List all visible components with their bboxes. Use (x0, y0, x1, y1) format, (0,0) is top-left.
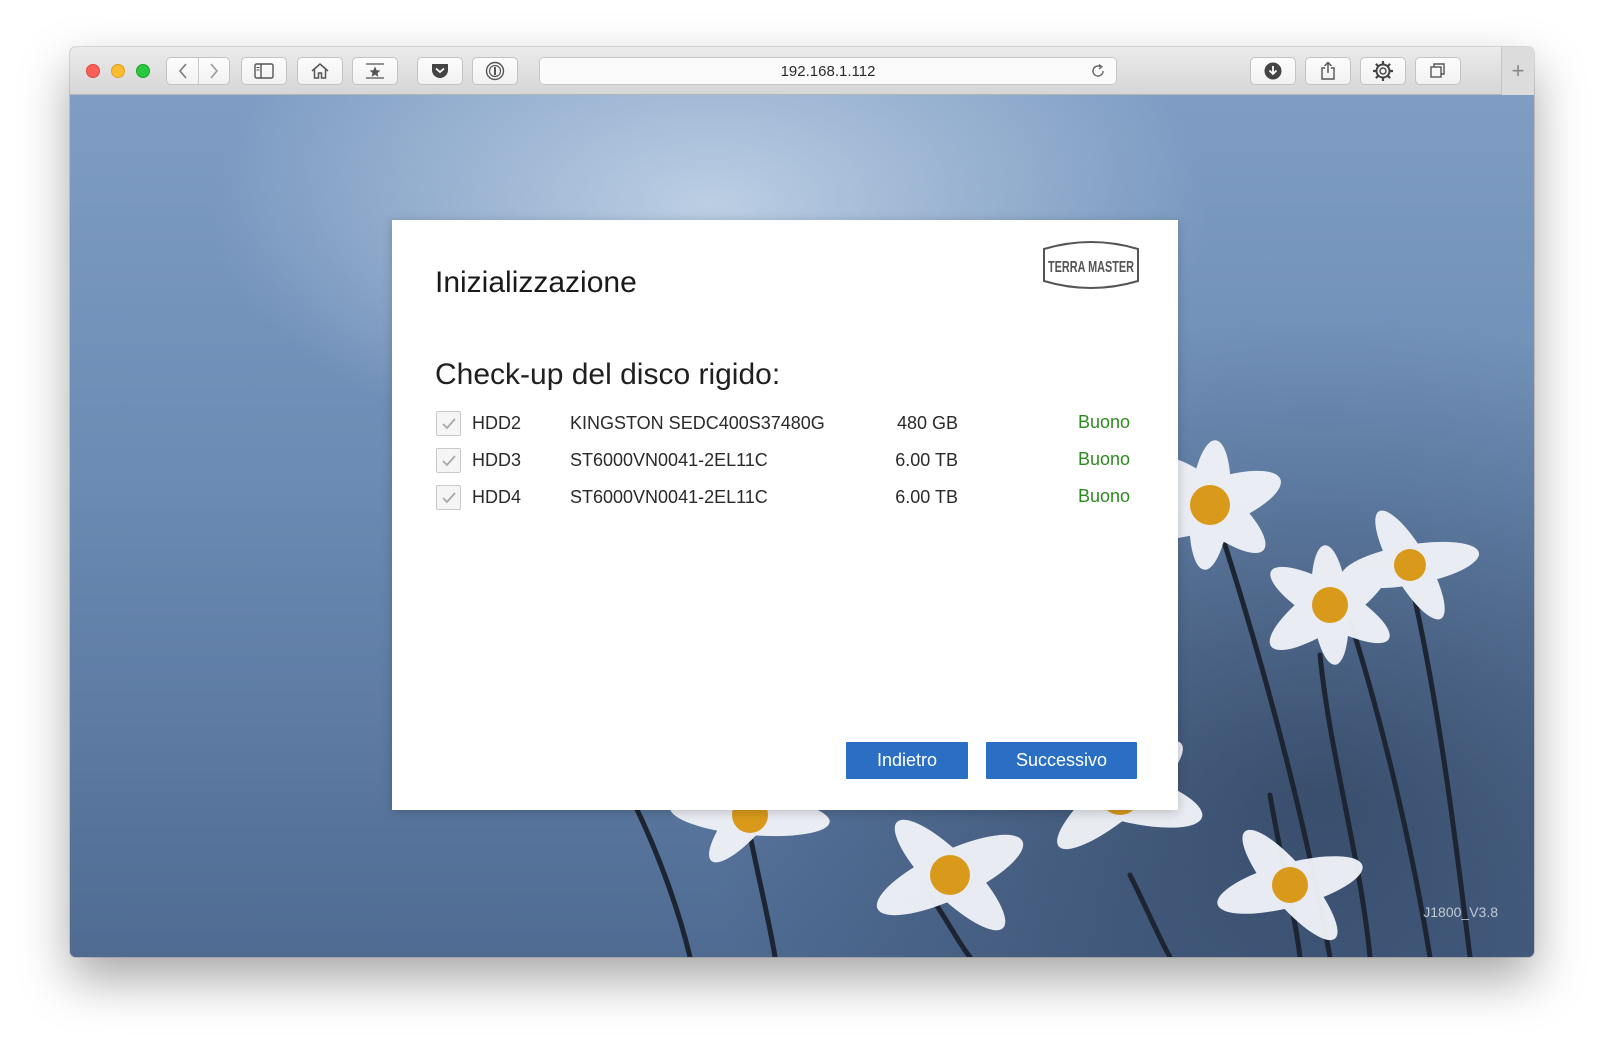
plus-icon: + (1511, 58, 1525, 83)
home-icon (311, 63, 329, 79)
gear-icon (1373, 61, 1393, 81)
disk-row: HDD4 ST6000VN0041-2EL11C 6.00 TB Buono (436, 484, 1136, 521)
svg-text:TERRA MASTER: TERRA MASTER (1048, 259, 1134, 276)
back-button[interactable]: Indietro (846, 742, 968, 779)
browser-toolbar: 192.168.1.112 + (70, 47, 1534, 95)
disk-size: 480 GB (896, 413, 958, 433)
checkmark-icon (441, 454, 456, 466)
sidebar-button[interactable] (241, 57, 287, 85)
next-button[interactable]: Successivo (986, 742, 1137, 779)
minimize-window-icon[interactable] (111, 64, 125, 78)
disk-slot: HDD3 (472, 450, 522, 470)
share-icon (1321, 61, 1335, 80)
reload-icon[interactable] (1090, 63, 1106, 79)
disk-checkbox[interactable] (436, 448, 461, 473)
pocket-icon (432, 64, 448, 78)
disk-row: HDD3 ST6000VN0041-2EL11C 6.00 TB Buono (436, 447, 1136, 484)
disk-size: 6.00 TB (895, 450, 958, 470)
disk-model: ST6000VN0041-2EL11C (570, 487, 768, 507)
zoom-window-icon[interactable] (136, 64, 150, 78)
disk-checkbox[interactable] (436, 411, 461, 436)
sidebar-icon (254, 63, 274, 79)
back-button[interactable] (167, 58, 198, 84)
close-window-icon[interactable] (86, 64, 100, 78)
pocket-button[interactable] (417, 57, 463, 85)
address-bar[interactable]: 192.168.1.112 (539, 57, 1117, 85)
address-text: 192.168.1.112 (780, 62, 876, 80)
disk-status: Buono (1077, 486, 1130, 506)
initialization-dialog: Inizializzazione TERRA MASTER Check-up d… (392, 220, 1178, 810)
terramaster-logo: TERRA MASTER (1043, 241, 1139, 289)
downloads-button[interactable] (1250, 57, 1296, 85)
disk-checkbox[interactable] (436, 485, 461, 510)
disk-size: 6.00 TB (895, 487, 958, 507)
share-button[interactable] (1305, 57, 1351, 85)
disk-model: KINGSTON SEDC400S37480G (570, 413, 825, 433)
disk-checkup-title: Check-up del disco rigido: (435, 358, 781, 391)
bookmark-star-icon (366, 63, 384, 79)
dialog-title: Inizializzazione (435, 266, 637, 299)
browser-window: 192.168.1.112 + Inizializzazione TERRA M… (70, 47, 1534, 957)
disk-model: ST6000VN0041-2EL11C (570, 450, 768, 470)
disk-list: HDD2 KINGSTON SEDC400S37480G 480 GB Buon… (436, 410, 1136, 521)
tabs-overview-button[interactable] (1415, 57, 1461, 85)
disk-slot: HDD2 (472, 413, 522, 433)
chevron-left-icon (178, 63, 187, 79)
settings-button[interactable] (1360, 57, 1406, 85)
checkmark-icon (441, 417, 456, 429)
page-background: Inizializzazione TERRA MASTER Check-up d… (70, 95, 1534, 957)
checkmark-icon (441, 491, 456, 503)
download-icon (1264, 62, 1282, 80)
chevron-right-icon (209, 63, 218, 79)
tabs-overview-icon (1430, 63, 1445, 78)
disk-slot: HDD4 (472, 487, 522, 507)
new-tab-button[interactable]: + (1501, 47, 1534, 95)
password-manager-button[interactable] (472, 57, 518, 85)
disk-row: HDD2 KINGSTON SEDC400S37480G 480 GB Buon… (436, 410, 1136, 447)
back-forward-buttons (166, 57, 230, 85)
home-button[interactable] (297, 57, 343, 85)
disk-status: Buono (1077, 412, 1130, 432)
forward-button[interactable] (198, 58, 229, 84)
firmware-version: J1800_V3.8 (1423, 904, 1498, 920)
disk-status: Buono (1077, 449, 1130, 469)
password-manager-icon (485, 61, 505, 81)
bookmark-button[interactable] (352, 57, 398, 85)
